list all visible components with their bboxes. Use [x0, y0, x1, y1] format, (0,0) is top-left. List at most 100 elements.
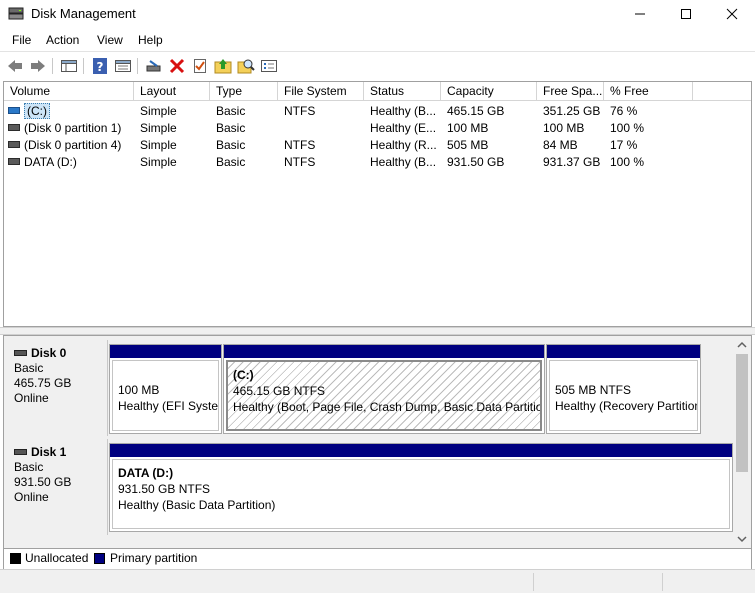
disk-icon [14, 349, 27, 356]
partition-body: (C:) 465.15 GB NTFS Healthy (Boot, Page … [226, 360, 542, 431]
partition-c-drive[interactable]: (C:) 465.15 GB NTFS Healthy (Boot, Page … [223, 344, 545, 434]
file-system-cell: NTFS [284, 104, 316, 118]
pane-splitter[interactable] [0, 327, 755, 335]
column-header-volume[interactable]: Volume [4, 82, 134, 101]
toolbar-separator [137, 58, 138, 74]
status-bar [0, 569, 755, 593]
maximize-icon [681, 9, 691, 19]
volume-drive-icon [8, 141, 20, 149]
percent-free-cell: 76 % [610, 104, 638, 118]
check-icon[interactable] [191, 57, 209, 75]
primary-partition-bar [110, 444, 732, 457]
properties-icon[interactable] [114, 57, 132, 75]
status-cell: Healthy (B... [370, 155, 437, 169]
partition-size: 505 MB NTFS [555, 383, 632, 397]
list-icon[interactable] [260, 57, 278, 75]
percent-free-cell: 17 % [610, 138, 638, 152]
scroll-up-icon [737, 341, 747, 348]
disk-icon [14, 448, 27, 455]
primary-partition-swatch [94, 553, 105, 564]
volume-drive-icon [8, 158, 20, 166]
scrollbar-thumb[interactable] [736, 354, 748, 472]
partition-size: 465.15 GB NTFS [233, 384, 326, 398]
volume-list-header: Volume Layout Type File System Status Ca… [4, 82, 751, 101]
type-cell: Basic [216, 155, 246, 169]
partition-efi[interactable]: 100 MB Healthy (EFI System Partition) [109, 344, 222, 434]
table-row[interactable]: (Disk 0 partition 1) Simple Basic Health… [4, 120, 751, 137]
legend-label-primary-partition: Primary partition [110, 551, 198, 565]
volume-cell: DATA (D:) [4, 154, 134, 171]
status-bar-divider [533, 573, 534, 591]
disk-type: Basic [14, 460, 44, 474]
connect-disk-icon[interactable] [145, 57, 163, 75]
maximize-button[interactable] [663, 0, 709, 29]
table-row[interactable]: (Disk 0 partition 4) Simple Basic NTFS H… [4, 137, 751, 154]
disk-name: Disk 0 [31, 346, 67, 360]
disk-name: Disk 1 [31, 445, 67, 459]
type-cell: Basic [216, 121, 246, 135]
disk-0-label[interactable]: Disk 0 Basic 465.75 GB Online [5, 340, 108, 436]
table-row[interactable]: (C:) Simple Basic NTFS Healthy (B... 465… [4, 103, 751, 120]
primary-partition-bar [547, 345, 700, 358]
layout-cell: Simple [140, 138, 177, 152]
disk-size: 465.75 GB [14, 376, 72, 390]
toolbar-separator [52, 58, 53, 74]
volume-name: (Disk 0 partition 4) [24, 138, 122, 152]
minimize-button[interactable] [617, 0, 663, 29]
column-header-type[interactable]: Type [210, 82, 278, 101]
capacity-cell: 465.15 GB [447, 104, 505, 118]
column-header-free-space[interactable]: Free Spa... [537, 82, 604, 101]
partition-size: 100 MB [118, 383, 160, 397]
close-icon [726, 8, 738, 20]
disk-state: Online [14, 391, 49, 405]
layout-cell: Simple [140, 155, 177, 169]
partition-size: 931.50 GB NTFS [118, 482, 211, 496]
volume-cell: (Disk 0 partition 1) [4, 120, 134, 137]
volume-cell: (C:) [4, 103, 134, 120]
column-header-status[interactable]: Status [364, 82, 441, 101]
vertical-scrollbar[interactable] [734, 336, 750, 548]
menu-view[interactable]: View [97, 33, 123, 47]
toolbar: ? [0, 51, 755, 79]
menu-help[interactable]: Help [138, 33, 163, 47]
scroll-down-icon [737, 536, 747, 543]
close-button[interactable] [709, 0, 755, 29]
disk-management-app-icon [8, 7, 24, 21]
disk-graphical-view: Disk 0 Basic 465.75 GB Online 100 MB Hea… [3, 335, 752, 549]
free-space-cell: 931.37 GB [543, 155, 601, 169]
delete-icon[interactable] [168, 57, 186, 75]
search-icon[interactable] [237, 57, 255, 75]
volume-list[interactable]: Volume Layout Type File System Status Ca… [3, 81, 752, 327]
volume-name: DATA (D:) [24, 155, 77, 169]
menu-action[interactable]: Action [46, 33, 79, 47]
legend-label-unallocated: Unallocated [25, 551, 89, 565]
free-space-cell: 351.25 GB [543, 104, 601, 118]
column-header-capacity[interactable]: Capacity [441, 82, 537, 101]
svg-text:?: ? [97, 60, 104, 74]
percent-free-cell: 100 % [610, 155, 645, 169]
folder-up-icon[interactable] [214, 57, 232, 75]
file-system-cell [278, 120, 364, 137]
column-header-percent-free[interactable]: % Free [604, 82, 693, 101]
partition-data-d-drive[interactable]: DATA (D:) 931.50 GB NTFS Healthy (Basic … [109, 443, 733, 532]
volume-drive-icon [8, 124, 20, 132]
capacity-cell: 100 MB [447, 121, 489, 135]
column-header-layout[interactable]: Layout [134, 82, 210, 101]
partition-body: DATA (D:) 931.50 GB NTFS Healthy (Basic … [112, 459, 730, 529]
partition-recovery[interactable]: 505 MB NTFS Healthy (Recovery Partition) [546, 344, 701, 434]
back-icon[interactable] [6, 57, 24, 75]
partition-name: DATA (D:) [118, 466, 174, 480]
file-system-cell: NTFS [284, 138, 316, 152]
capacity-cell: 505 MB [447, 138, 489, 152]
disk-1-label[interactable]: Disk 1 Basic 931.50 GB Online [5, 439, 108, 535]
status-bar-divider [662, 573, 663, 591]
menu-file[interactable]: File [12, 33, 31, 47]
help-icon[interactable]: ? [91, 57, 109, 75]
title-bar: Disk Management [0, 0, 755, 29]
forward-icon[interactable] [29, 57, 47, 75]
table-row[interactable]: DATA (D:) Simple Basic NTFS Healthy (B..… [4, 154, 751, 171]
partition-name [555, 366, 697, 382]
layout-cell: Simple [140, 104, 177, 118]
show-hide-console-tree-icon[interactable] [60, 57, 78, 75]
column-header-file-system[interactable]: File System [278, 82, 364, 101]
